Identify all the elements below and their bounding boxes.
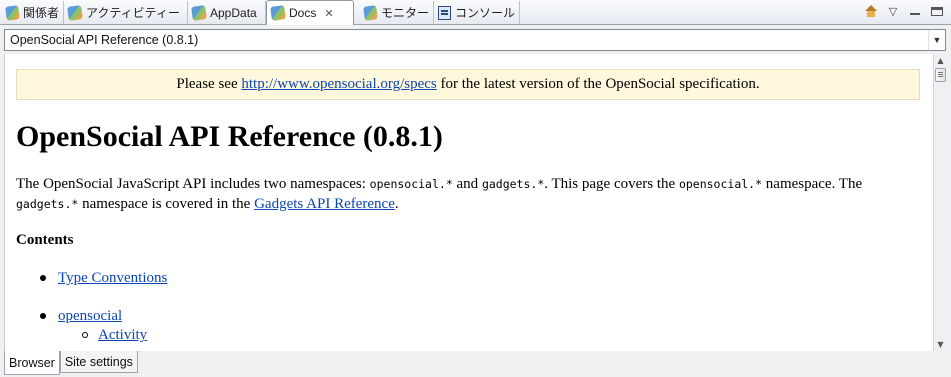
intro-text: and: [452, 176, 482, 192]
tab-label: AppData: [210, 5, 257, 20]
view-toolbar: ▽: [863, 3, 945, 19]
gadgets-reference-link[interactable]: Gadgets API Reference: [254, 196, 395, 212]
version-notice: Please see http://www.opensocial.org/spe…: [16, 69, 920, 100]
tab-label: Docs: [289, 6, 317, 20]
contents-link-type-conventions[interactable]: Type Conventions: [58, 270, 167, 286]
view-tab-bar: 関係者 アクティビティー AppData Docs ✕ モニター コンソール ▽: [0, 0, 951, 25]
contents-link-activity[interactable]: Activity: [98, 327, 147, 343]
tab-label: アクティビティー: [86, 6, 180, 20]
minimize-button[interactable]: [907, 3, 923, 19]
home-button[interactable]: [863, 3, 879, 19]
maximize-icon: [931, 6, 943, 16]
dropdown-arrow-icon[interactable]: ▼: [928, 30, 945, 50]
address-combo[interactable]: OpenSocial API Reference (0.8.1) ▼: [4, 29, 946, 51]
tab-label: モニター: [380, 6, 429, 20]
tab-docs[interactable]: Docs ✕: [266, 0, 354, 25]
vertical-scrollbar[interactable]: ▲ ▼: [933, 54, 947, 351]
scroll-thumb[interactable]: [935, 68, 946, 82]
intro-text: . This page covers the: [544, 176, 679, 192]
view-menu-button[interactable]: ▽: [885, 3, 901, 19]
contents-heading: Contents: [16, 232, 74, 248]
perspective-view-icon: [67, 4, 83, 21]
perspective-view-icon: [270, 5, 286, 21]
intro-text: .: [394, 195, 399, 212]
notice-prefix: Please see: [176, 76, 242, 92]
list-item: opensocial: [40, 308, 122, 325]
specs-link[interactable]: http://www.opensocial.org/specs: [241, 76, 436, 93]
console-icon: [438, 5, 451, 20]
list-item: Type Conventions: [40, 270, 167, 287]
contents-link-opensocial[interactable]: opensocial: [58, 308, 122, 324]
intro-text: namespace. The: [762, 176, 863, 192]
list-item: Activity: [82, 327, 147, 344]
tab-activity[interactable]: アクティビティー: [64, 1, 188, 24]
tab-label: コンソール: [454, 6, 515, 20]
perspective-view-icon: [5, 4, 20, 21]
page-title: OpenSocial API Reference (0.8.1): [16, 120, 443, 153]
tab-stakeholders[interactable]: 関係者: [2, 1, 64, 24]
browser-viewport[interactable]: Please see http://www.opensocial.org/spe…: [4, 54, 934, 351]
home-icon: [865, 5, 877, 17]
tab-monitor[interactable]: モニター: [360, 1, 434, 24]
triangle-down-icon: ▽: [888, 4, 898, 18]
intro-paragraph: The OpenSocial JavaScript API includes t…: [16, 175, 916, 214]
tab-console[interactable]: コンソール: [434, 1, 520, 24]
address-value: OpenSocial API Reference (0.8.1): [10, 33, 199, 47]
bottom-tab-bar: Browser Site settings: [4, 351, 138, 375]
code-namespace: gadgets.*: [481, 177, 545, 191]
circle-bullet-icon: [82, 331, 88, 338]
tab-site-settings[interactable]: Site settings: [59, 351, 138, 373]
code-namespace: opensocial.*: [369, 177, 453, 191]
maximize-button[interactable]: [929, 3, 945, 19]
perspective-view-icon: [363, 4, 378, 21]
tab-browser[interactable]: Browser: [4, 351, 60, 375]
scroll-down-arrow-icon[interactable]: ▼: [934, 338, 947, 351]
tab-appdata[interactable]: AppData: [188, 1, 266, 24]
tab-label: 関係者: [22, 6, 59, 20]
intro-text: The OpenSocial JavaScript API includes t…: [16, 176, 370, 192]
notice-suffix: for the latest version of the OpenSocial…: [436, 76, 760, 92]
minimize-icon: [910, 13, 920, 15]
bullet-icon: [40, 312, 46, 319]
intro-text: namespace is covered in the: [78, 195, 255, 212]
code-namespace: opensocial.*: [678, 177, 763, 191]
perspective-view-icon: [191, 4, 207, 21]
close-icon[interactable]: ✕: [324, 7, 333, 20]
scroll-up-arrow-icon[interactable]: ▲: [934, 54, 947, 67]
code-namespace: gadgets.*: [16, 196, 79, 211]
bullet-icon: [40, 274, 46, 281]
